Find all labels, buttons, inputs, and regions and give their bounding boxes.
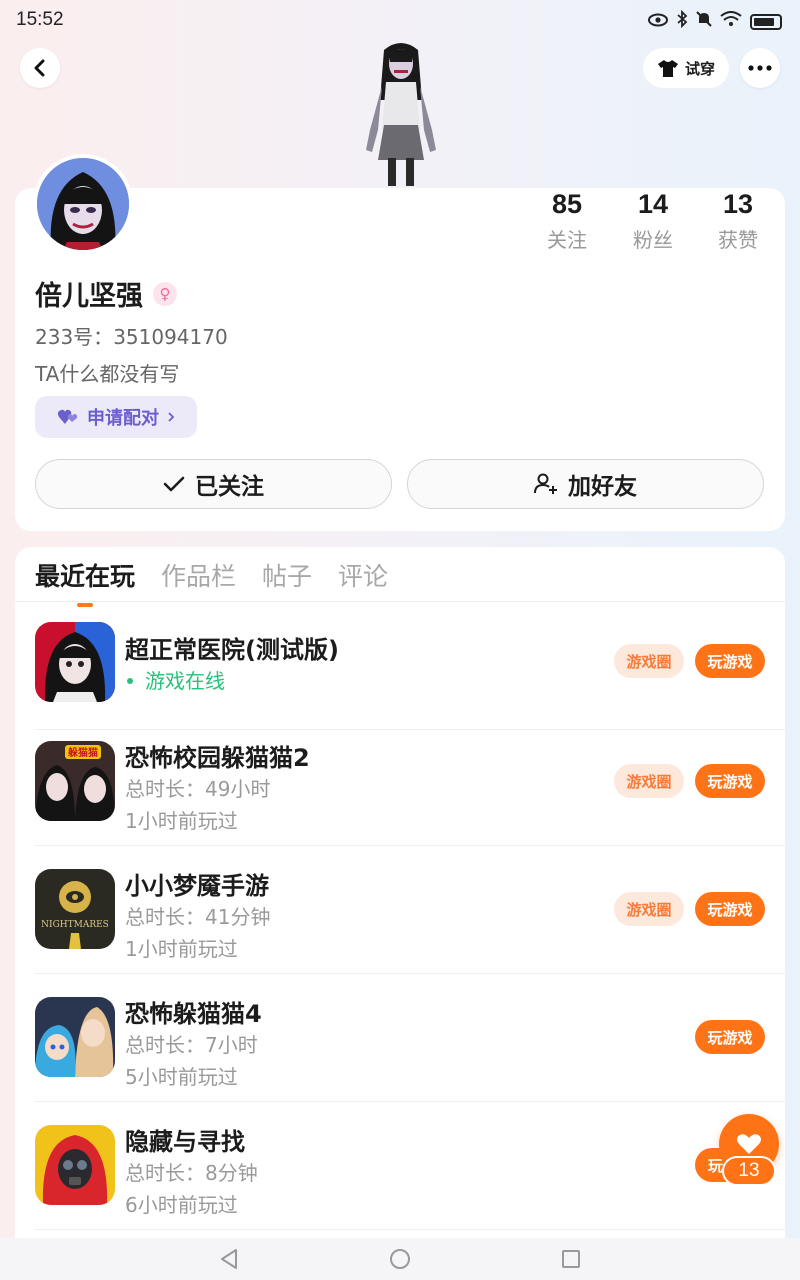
game-duration: 总时长：7小时 [125, 1033, 258, 1057]
game-title: 小小梦魇手游 [125, 872, 269, 900]
play-game-button[interactable]: 玩游戏 [695, 892, 765, 926]
game-last-played: 5小时前玩过 [125, 1065, 238, 1089]
stat-value: 14 [637, 189, 669, 219]
game-last-played: 1小时前玩过 [125, 937, 238, 961]
game-row[interactable]: 恐怖躲猫猫4 总时长：7小时 5小时前玩过 玩游戏 [35, 974, 785, 1102]
game-circle-button[interactable]: 游戏圈 [614, 644, 684, 678]
tab-posts[interactable]: 帖子 [262, 557, 312, 607]
like-count-badge: 13 [722, 1156, 776, 1186]
bluetooth-icon [676, 9, 688, 33]
tshirt-icon [657, 60, 678, 77]
game-row[interactable]: 超正常医院(测试版) 游戏在线 游戏圈 玩游戏 [35, 602, 785, 730]
status-icons [648, 9, 782, 33]
game-title: 隐藏与寻找 [125, 1128, 245, 1156]
games-card: 最近在玩 作品栏 帖子 评论 超正常医院(测试版) 游戏在线 游戏圈 玩游戏 躲… [15, 547, 785, 1267]
more-button[interactable] [740, 48, 780, 88]
check-icon [163, 476, 185, 492]
nav-recents-icon[interactable] [561, 1249, 581, 1269]
game-circle-button[interactable]: 游戏圈 [614, 764, 684, 798]
game-title: 恐怖校园躲猫猫2 [125, 744, 310, 772]
status-time: 15:52 [16, 9, 64, 30]
back-button[interactable] [20, 48, 60, 88]
heart-icon [737, 1134, 761, 1154]
svg-text:NIGHTMARES: NIGHTMARES [41, 920, 109, 930]
avatar[interactable] [33, 154, 133, 254]
game-duration: 总时长：41分钟 [125, 905, 271, 929]
profile-name-row: 倍儿坚强 ♀ [35, 274, 177, 313]
stat-likes[interactable]: 13 获赞 [698, 188, 778, 253]
stat-following[interactable]: 85 关注 [527, 188, 607, 253]
match-request-button[interactable]: 申请配对 [35, 396, 197, 438]
uid-label: 233号： [35, 325, 114, 349]
battery-icon [750, 13, 782, 30]
game-icon: 躲猫猫 [35, 741, 115, 821]
tab-works[interactable]: 作品栏 [161, 557, 236, 607]
nav-home-icon[interactable] [389, 1248, 411, 1270]
following-label: 已关注 [195, 474, 264, 500]
game-title: 超正常医院(测试版) [125, 636, 339, 664]
online-status: 游戏在线 [125, 665, 225, 694]
stat-label: 获赞 [718, 228, 758, 252]
game-icon [35, 622, 115, 702]
mute-icon [696, 10, 712, 33]
try-on-button[interactable]: 试穿 [643, 48, 729, 88]
status-bar: 15:52 [0, 0, 800, 40]
game-icon [35, 997, 115, 1077]
following-button[interactable]: 已关注 [35, 459, 392, 509]
add-friend-label: 加好友 [568, 474, 637, 500]
add-friend-button[interactable]: 加好友 [407, 459, 764, 509]
profile-uid: 233号：351094170 [35, 321, 228, 350]
add-user-icon [534, 473, 557, 494]
game-row[interactable]: 隐藏与寻找 总时长：8分钟 6小时前玩过 玩 [35, 1102, 785, 1230]
profile-bio: TA什么都没有写 [35, 362, 180, 386]
uid-value: 351094170 [113, 325, 228, 349]
eye-icon [648, 12, 668, 32]
stat-label: 粉丝 [633, 228, 673, 252]
game-row[interactable]: NIGHTMARES 小小梦魇手游 总时长：41分钟 1小时前玩过 游戏圈 玩游… [35, 846, 785, 974]
stat-value: 85 [551, 189, 583, 219]
stat-label: 关注 [547, 228, 587, 252]
stat-value: 13 [722, 189, 754, 219]
tab-comments[interactable]: 评论 [338, 557, 388, 607]
game-circle-button[interactable]: 游戏圈 [614, 892, 684, 926]
game-duration: 总时长：49小时 [125, 777, 271, 801]
system-nav-bar [0, 1238, 800, 1280]
match-label: 申请配对 [87, 408, 159, 429]
game-title: 恐怖躲猫猫4 [125, 1000, 262, 1028]
online-dot-icon [127, 677, 133, 684]
play-game-button[interactable]: 玩游戏 [695, 764, 765, 798]
stat-followers[interactable]: 14 粉丝 [613, 188, 693, 253]
game-icon: NIGHTMARES [35, 869, 115, 949]
heart-pair-icon [57, 409, 78, 424]
female-gender-icon: ♀ [153, 281, 177, 306]
wifi-icon [720, 11, 742, 32]
play-game-button[interactable]: 玩游戏 [695, 644, 765, 678]
chevron-right-icon [168, 412, 175, 422]
avatar-figure[interactable] [360, 40, 442, 188]
profile-name: 倍儿坚强 [35, 281, 143, 312]
game-last-played: 6小时前玩过 [125, 1193, 238, 1217]
profile-tabs: 最近在玩 作品栏 帖子 评论 [35, 557, 388, 607]
play-game-button[interactable]: 玩游戏 [695, 1020, 765, 1054]
more-dots-icon [748, 65, 772, 71]
online-label: 游戏在线 [145, 669, 225, 693]
chevron-left-icon [34, 59, 45, 77]
avatar-image [37, 158, 129, 250]
game-icon [35, 1125, 115, 1205]
game-duration: 总时长：8分钟 [125, 1161, 258, 1185]
nav-back-icon[interactable] [219, 1248, 239, 1270]
tab-recent-games[interactable]: 最近在玩 [35, 557, 135, 607]
game-last-played: 1小时前玩过 [125, 809, 238, 833]
svg-text:躲猫猫: 躲猫猫 [68, 746, 98, 759]
try-on-label: 试穿 [684, 59, 715, 78]
game-row[interactable]: 躲猫猫 恐怖校园躲猫猫2 总时长：49小时 1小时前玩过 游戏圈 玩游戏 [35, 718, 785, 846]
